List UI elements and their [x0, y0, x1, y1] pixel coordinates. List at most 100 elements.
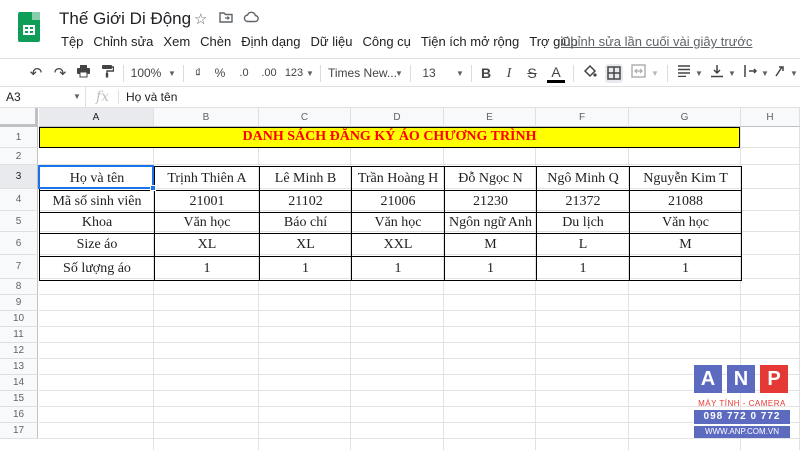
- text-rotation-icon[interactable]: [772, 64, 790, 83]
- font-family-select[interactable]: Times New...: [328, 64, 397, 83]
- row-header-6[interactable]: 6: [0, 232, 38, 255]
- column-header-g[interactable]: G: [629, 108, 741, 127]
- table-cell[interactable]: 21001: [154, 190, 260, 213]
- table-cell[interactable]: Báo chí: [259, 212, 352, 234]
- horizontal-align-icon[interactable]: [675, 64, 693, 83]
- fill-color-icon[interactable]: [580, 64, 598, 83]
- text-wrapping-icon[interactable]: [741, 64, 759, 83]
- chevron-down-icon[interactable]: ▼: [694, 64, 704, 83]
- menu-format[interactable]: Định dạng: [236, 33, 305, 53]
- row-header-5[interactable]: 5: [0, 211, 38, 232]
- chevron-down-icon[interactable]: ▼: [305, 64, 315, 83]
- row-header-7[interactable]: 7: [0, 255, 38, 279]
- table-cell[interactable]: Ngôn ngữ Anh: [444, 212, 537, 234]
- italic-button[interactable]: I: [502, 64, 516, 83]
- column-header-c[interactable]: C: [259, 108, 351, 127]
- chevron-down-icon[interactable]: ▼: [394, 64, 404, 83]
- percent-format-button[interactable]: %: [213, 64, 227, 83]
- paint-format-icon[interactable]: [98, 64, 116, 83]
- row-header-13[interactable]: 13: [0, 359, 38, 375]
- row-header-10[interactable]: 10: [0, 311, 38, 327]
- table-cell[interactable]: XL: [259, 233, 352, 257]
- row-header-12[interactable]: 12: [0, 343, 38, 359]
- row-label-cell[interactable]: Mã số sinh viên: [39, 190, 155, 213]
- row-header-1[interactable]: 1: [0, 127, 38, 148]
- row-header-11[interactable]: 11: [0, 327, 38, 343]
- row-header-16[interactable]: 16: [0, 407, 38, 423]
- table-cell[interactable]: Văn học: [154, 212, 260, 234]
- row-header-14[interactable]: 14: [0, 375, 38, 391]
- text-color-button[interactable]: A: [547, 64, 565, 83]
- table-cell[interactable]: M: [629, 233, 742, 257]
- table-cell[interactable]: Trần Hoàng H: [351, 166, 445, 191]
- more-formats-button[interactable]: 123: [283, 64, 305, 83]
- table-cell[interactable]: XXL: [351, 233, 445, 257]
- print-icon[interactable]: [74, 64, 92, 83]
- table-cell[interactable]: Ngô Minh Q: [536, 166, 630, 191]
- zoom-select[interactable]: 100%: [130, 64, 162, 83]
- redo-icon[interactable]: ↷: [51, 64, 69, 83]
- chevron-down-icon[interactable]: ▼: [727, 64, 737, 83]
- table-cell[interactable]: 1: [536, 256, 630, 281]
- menu-extensions[interactable]: Tiện ích mở rộng: [416, 33, 524, 53]
- select-all-corner[interactable]: [0, 108, 38, 127]
- formula-input[interactable]: Họ và tên: [126, 90, 177, 104]
- row-header-9[interactable]: 9: [0, 295, 38, 311]
- table-cell[interactable]: 1: [259, 256, 352, 281]
- bold-button[interactable]: B: [479, 64, 493, 83]
- chevron-down-icon[interactable]: ▼: [167, 64, 177, 83]
- column-header-f[interactable]: F: [536, 108, 629, 127]
- menu-edit[interactable]: Chỉnh sửa: [88, 33, 158, 53]
- menu-tools[interactable]: Công cụ: [357, 33, 415, 53]
- sheets-logo-icon[interactable]: [18, 12, 40, 42]
- row-label-cell[interactable]: Số lượng áo: [39, 256, 155, 281]
- chevron-down-icon[interactable]: ▼: [789, 64, 799, 83]
- table-cell[interactable]: 21230: [444, 190, 537, 213]
- fill-handle[interactable]: [150, 185, 156, 191]
- increase-decimal-button[interactable]: .00: [258, 64, 280, 83]
- column-header-a[interactable]: A: [39, 108, 154, 127]
- table-cell[interactable]: 21102: [259, 190, 352, 213]
- sheet-title-cell[interactable]: DANH SÁCH ĐĂNG KÝ ÁO CHƯƠNG TRÌNH: [39, 127, 740, 148]
- table-cell[interactable]: 1: [444, 256, 537, 281]
- font-size-select[interactable]: 13: [418, 64, 440, 83]
- borders-icon[interactable]: [605, 64, 623, 83]
- table-cell[interactable]: 21088: [629, 190, 742, 213]
- chevron-down-icon[interactable]: ▼: [73, 92, 81, 101]
- undo-icon[interactable]: ↶: [27, 64, 45, 83]
- star-icon[interactable]: ☆: [194, 10, 207, 28]
- table-cell[interactable]: M: [444, 233, 537, 257]
- column-header-b[interactable]: B: [154, 108, 259, 127]
- sheet-grid[interactable]: ABCDEFGH 1 2 3 4 5 6 7 8 9 10 11 12 13 14 15 16 17 DANH …: [0, 108, 800, 450]
- table-cell[interactable]: L: [536, 233, 630, 257]
- menu-insert[interactable]: Chèn: [195, 33, 236, 53]
- table-cell[interactable]: 21006: [351, 190, 445, 213]
- column-header-e[interactable]: E: [444, 108, 536, 127]
- table-cell[interactable]: 1: [629, 256, 742, 281]
- strikethrough-button[interactable]: S: [525, 64, 539, 83]
- menu-data[interactable]: Dữ liệu: [306, 33, 358, 53]
- chevron-down-icon[interactable]: ▼: [760, 64, 770, 83]
- last-edit-link[interactable]: Chỉnh sửa lần cuối vài giây trước: [561, 34, 752, 49]
- table-cell[interactable]: Văn học: [351, 212, 445, 234]
- table-cell[interactable]: Lê Minh B: [259, 166, 352, 191]
- merge-cells-icon[interactable]: [629, 64, 647, 83]
- table-cell[interactable]: Du lịch: [536, 212, 630, 234]
- move-to-folder-icon[interactable]: [219, 10, 233, 27]
- document-title[interactable]: Thế Giới Di Động: [59, 9, 191, 29]
- table-cell[interactable]: 1: [154, 256, 260, 281]
- table-cell[interactable]: Văn học: [629, 212, 742, 234]
- row-header-15[interactable]: 15: [0, 391, 38, 407]
- table-cell[interactable]: XL: [154, 233, 260, 257]
- row-label-cell[interactable]: Họ và tên: [39, 166, 155, 191]
- table-cell[interactable]: Đỗ Ngọc N: [444, 166, 537, 191]
- column-header-h[interactable]: H: [741, 108, 800, 127]
- row-label-cell[interactable]: Khoa: [39, 212, 155, 234]
- currency-format-button[interactable]: ₫: [191, 64, 205, 83]
- chevron-down-icon[interactable]: ▼: [650, 64, 660, 83]
- chevron-down-icon[interactable]: ▼: [455, 64, 465, 83]
- table-cell[interactable]: 1: [351, 256, 445, 281]
- menu-file[interactable]: Tệp: [56, 33, 88, 53]
- row-header-4[interactable]: 4: [0, 189, 38, 211]
- decrease-decimal-button[interactable]: .0: [235, 64, 253, 83]
